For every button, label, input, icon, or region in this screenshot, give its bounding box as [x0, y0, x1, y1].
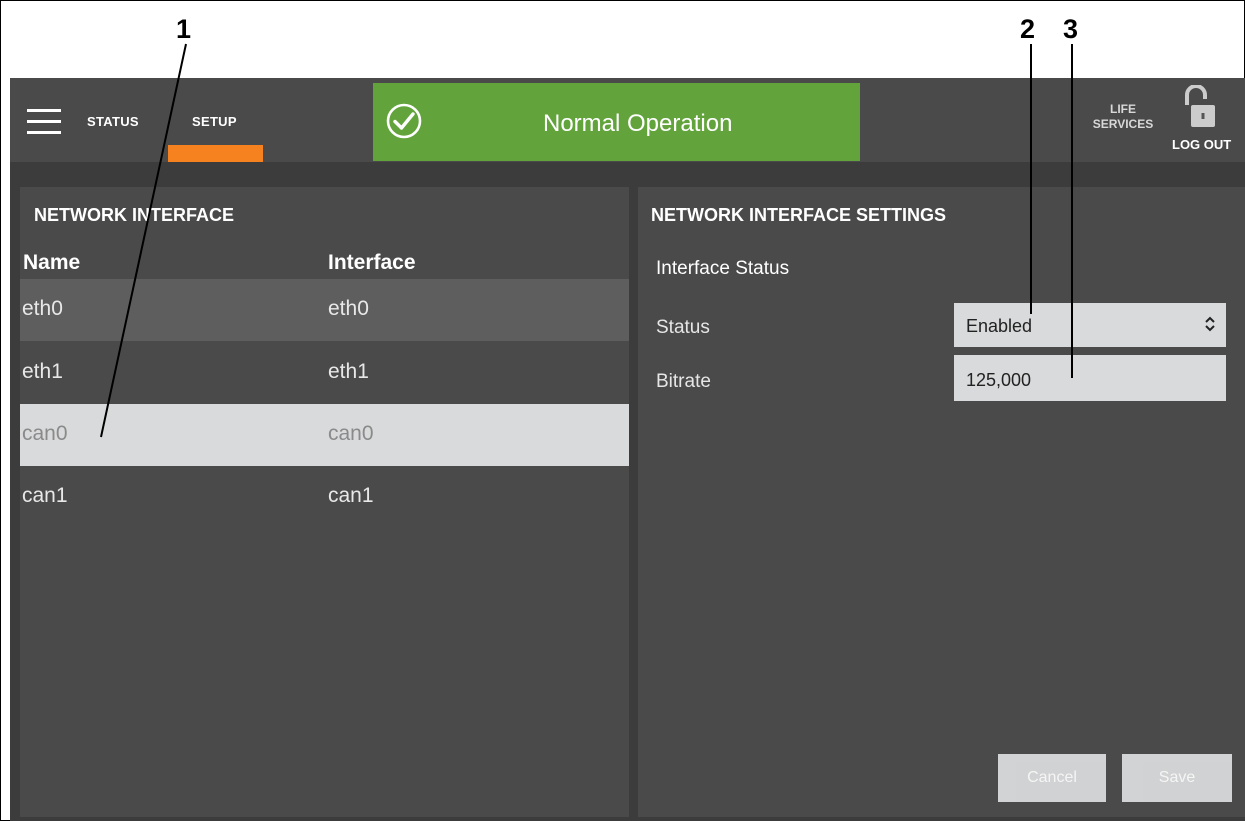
callout-leader-lines	[100, 43, 1073, 438]
